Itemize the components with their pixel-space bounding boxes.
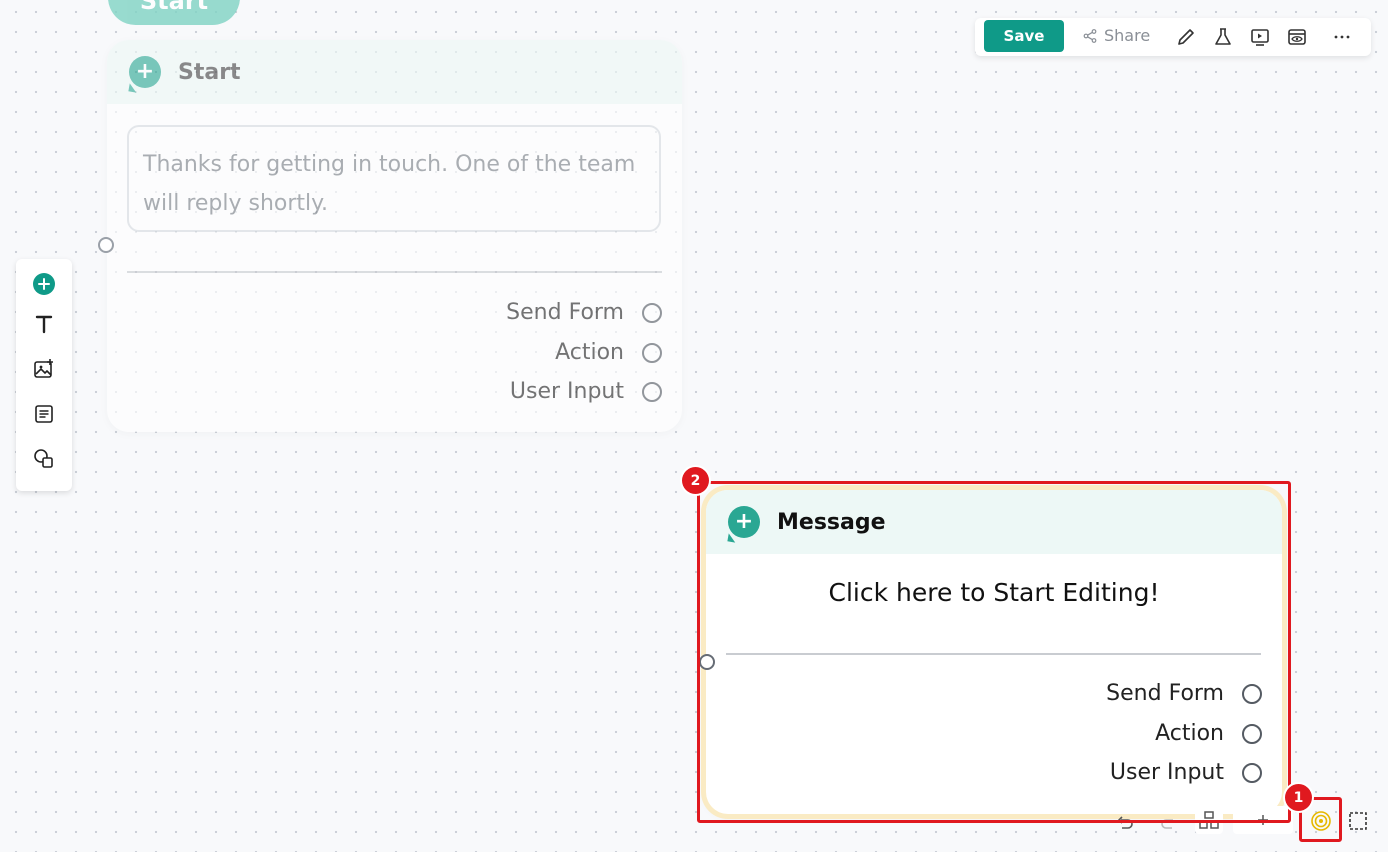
add-node-icon[interactable]	[30, 270, 58, 298]
start-pill-node[interactable]: Start	[108, 0, 240, 25]
selection-box-icon[interactable]	[1345, 808, 1371, 834]
start-node-message-box[interactable]: Thanks for getting in touch. One of the …	[127, 125, 661, 232]
shapes-icon[interactable]	[30, 445, 58, 473]
output-port-icon[interactable]	[642, 381, 662, 402]
chat-plus-icon: +	[129, 56, 161, 88]
option-label: Action	[555, 340, 624, 365]
save-button[interactable]: Save	[984, 20, 1064, 52]
top-toolbar: Save Share	[975, 18, 1371, 56]
more-icon[interactable]	[1331, 26, 1353, 48]
play-screen-icon[interactable]	[1249, 26, 1271, 48]
share-button[interactable]: Share	[1083, 26, 1150, 45]
start-pill-label: Start	[139, 0, 209, 15]
start-node-input-port[interactable]	[98, 237, 114, 253]
text-icon[interactable]	[30, 310, 58, 338]
left-toolbar	[16, 259, 72, 491]
annotation-badge-1: 1	[1285, 784, 1312, 811]
image-add-icon[interactable]	[30, 355, 58, 383]
start-node-card[interactable]: + Start Thanks for getting in touch. One…	[107, 40, 682, 432]
annotation-badge-2: 2	[682, 467, 709, 494]
highlight-box-2	[697, 481, 1291, 823]
start-node-divider	[127, 271, 662, 273]
start-node-header: + Start	[107, 40, 682, 104]
preview-eye-icon[interactable]	[1286, 26, 1308, 48]
output-port-icon[interactable]	[642, 342, 662, 363]
document-icon[interactable]	[30, 400, 58, 428]
start-option-send-form[interactable]: Send Form	[506, 300, 662, 325]
output-port-icon[interactable]	[642, 302, 662, 323]
share-icon	[1083, 28, 1097, 43]
flask-icon[interactable]	[1212, 26, 1234, 48]
start-node-title: Start	[178, 59, 241, 85]
pencil-icon[interactable]	[1175, 26, 1197, 48]
start-option-action[interactable]: Action	[555, 340, 662, 365]
option-label: User Input	[509, 379, 624, 404]
share-label: Share	[1104, 26, 1151, 45]
start-option-user-input[interactable]: User Input	[510, 379, 662, 404]
option-label: Send Form	[506, 300, 624, 325]
